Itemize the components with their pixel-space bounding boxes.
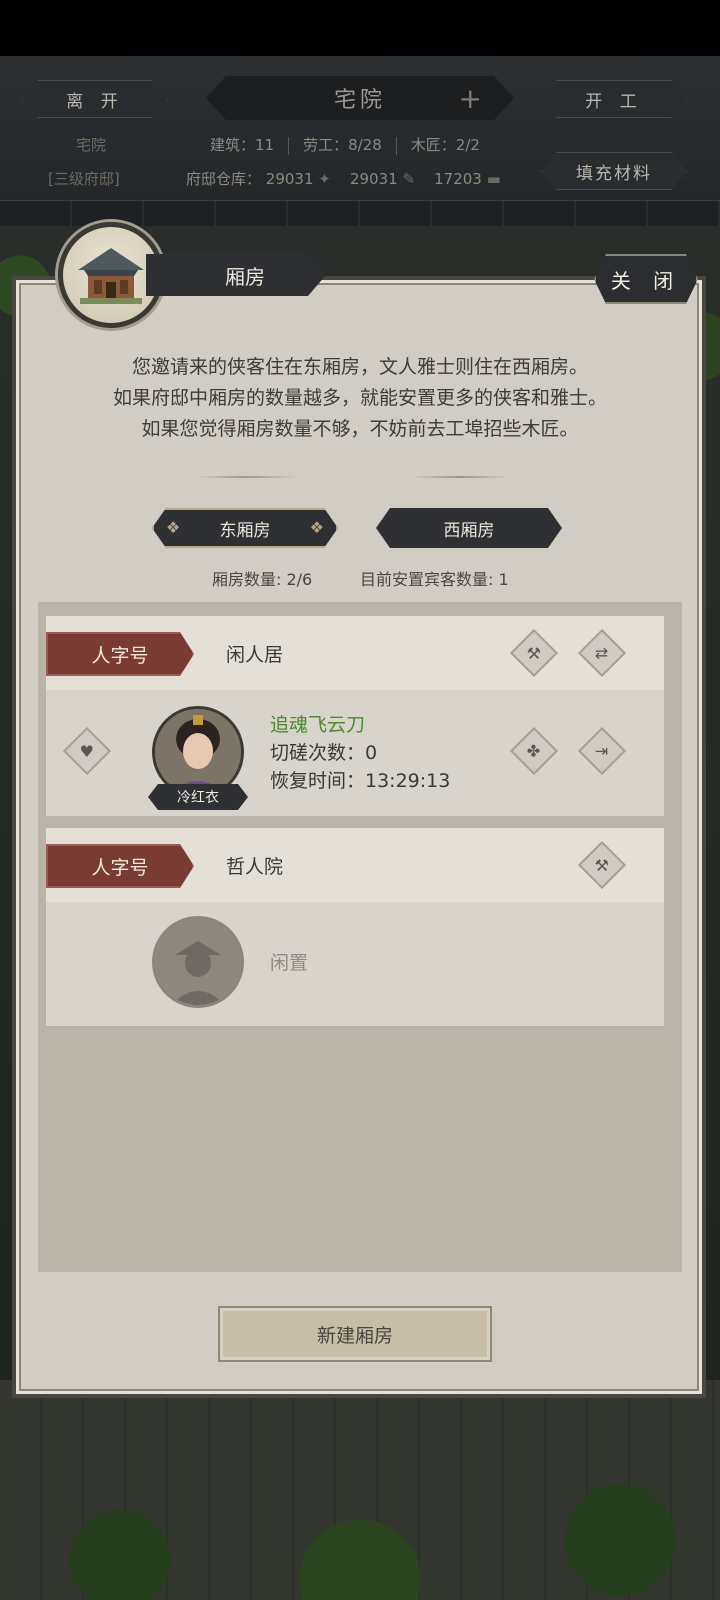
start-work-button[interactable]: 开 工 [541,80,687,118]
tab-west-wing[interactable]: 西厢房 [376,508,562,548]
build-button[interactable]: ⚒ [509,628,559,678]
room-name: 闲人居 [226,644,284,666]
paw-icon: ✤ [527,741,541,761]
workers-stat: 劳工：8/28 [303,136,382,154]
material-b-icon: ✎ [402,170,416,188]
hammer-icon: ⚒ [526,643,542,663]
divider-left [196,476,296,478]
estate-title: 宅院 [333,88,386,113]
leave-button[interactable]: 离 开 [22,80,168,118]
room-header: 人字号 哲人院 ⚒ [46,828,664,902]
plus-icon[interactable]: + [459,82,486,115]
idle-status: 闲置 [270,952,309,974]
stats-row: 建筑：11 劳工：8/28 木匠：2/2 [210,134,480,155]
room-count: 厢房数量: 2/6 [212,570,313,589]
warehouse-b-value: 29031 [349,170,398,188]
evict-button[interactable]: ⇥ [577,726,627,776]
pavilion-icon [78,248,144,304]
material-c-icon: ▬ [486,170,501,188]
swap-button[interactable]: ⇄ [577,628,627,678]
description-line: 如果您觉得厢房数量不够，不妨前去工埠招些木匠。 [141,418,579,440]
guest-title: 追魂飞云刀 [270,714,366,736]
guest-name-plate: 冷红衣 [148,784,248,810]
room-card: 人字号 哲人院 ⚒ 闲置 [46,828,664,1026]
favor-button[interactable]: ♥ [62,726,112,776]
fill-materials-button[interactable]: 填充材料 [541,152,687,190]
room-list[interactable]: 人字号 闲人居 ⚒ ⇄ ♥ 冷红衣 追魂飞云刀 切磋次数：0 恢复时间：13:2… [38,602,682,1272]
warehouse-label: 府邸仓库： [186,170,262,188]
status-strip [0,0,720,56]
build-button[interactable]: ⚒ [577,840,627,890]
description-line: 如果府邸中厢房的数量越多，就能安置更多的侠客和雅士。 [112,387,607,409]
hammer-icon: ⚒ [594,855,610,875]
ornament-icon: ❖ [166,518,181,537]
divider-right [410,476,510,478]
room-card: 人字号 闲人居 ⚒ ⇄ ♥ 冷红衣 追魂飞云刀 切磋次数：0 恢复时间：13:2… [46,616,664,816]
dialog-description: 您邀请来的侠客住在东厢房，文人雅士则住在西厢房。 如果府邸中厢房的数量越多，就能… [30,352,690,445]
material-a-icon: ✦ [318,170,331,188]
guest-spar-count: 切磋次数：0 [270,742,378,764]
warehouse-a-value: 29031 [265,170,314,188]
warehouse-row: 府邸仓库： 29031 ✦ 29031 ✎ 17203 ▬ [186,168,501,189]
warehouse-c-value: 17203 [434,170,482,188]
silhouette-icon [155,919,241,1005]
pavement-background [0,1380,720,1600]
train-button[interactable]: ✤ [509,726,559,776]
tab-west-wing-label: 西厢房 [443,520,495,541]
dialog-title: 厢房 [146,254,326,296]
heart-icon: ♥ [79,741,95,761]
empty-slot-portrait[interactable] [152,916,244,1008]
carpenters-stat: 木匠：2/2 [410,136,480,154]
close-button[interactable]: 关 闭 [594,254,698,304]
tab-east-wing-label: 东厢房 [219,520,271,541]
description-line: 您邀请来的侠客住在东厢房，文人雅士则住在西厢房。 [131,356,588,378]
new-room-button[interactable]: 新建厢房 [218,1306,492,1362]
swap-icon: ⇄ [595,643,609,663]
exit-icon: ⇥ [595,741,609,761]
guest-avatar-icon [155,709,241,795]
room-name: 哲人院 [226,856,284,878]
room-tag: 人字号 [46,844,194,888]
guest-recover-time: 恢复时间：13:29:13 [270,770,451,792]
guest-count: 目前安置宾客数量: 1 [360,570,509,589]
room-header: 人字号 闲人居 ⚒ ⇄ [46,616,664,690]
ornament-icon: ❖ [309,518,324,537]
tab-east-wing[interactable]: ❖ 东厢房 ❖ [152,508,338,548]
estate-title-bar: 宅院 + [206,76,514,120]
top-header: 离 开 宅院 + 开 工 填充材料 宅院 [三级府邸] 建筑：11 劳工：8/28… [0,56,720,224]
estate-level: [三级府邸] [48,170,120,188]
room-tag: 人字号 [46,632,194,676]
buildings-stat: 建筑：11 [210,136,275,154]
estate-name: 宅院 [76,136,107,154]
